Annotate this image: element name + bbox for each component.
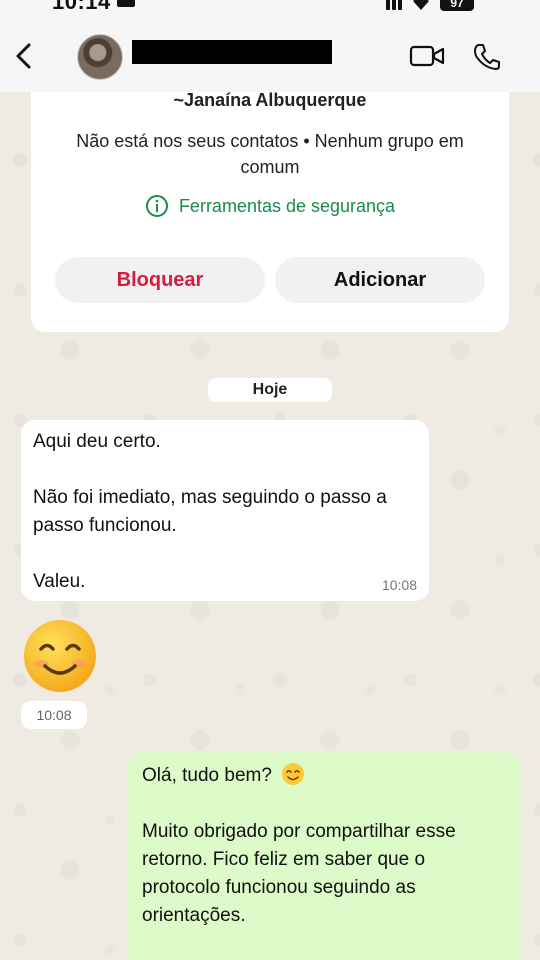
outgoing-message-bubble[interactable]: Olá, tudo bem? Muito obrigado por compar… [128,752,519,960]
message-line: Valeu. [33,571,86,592]
chat-header [0,14,540,92]
status-icons: 97 [386,0,474,11]
message-line: Aqui deu certo. [33,431,161,452]
add-contact-button[interactable]: Adicionar [275,257,485,303]
phone-call-icon[interactable] [472,42,502,72]
back-chevron-icon[interactable] [12,42,36,70]
contact-status-text: Não está nos seus contatos • Nenhum grup… [76,131,464,177]
block-button[interactable]: Bloquear [55,257,265,303]
status-time: 10:14 [52,0,111,14]
date-separator: Hoje [208,378,332,402]
message-line: Olá, tudo bem? [142,765,272,786]
wifi-icon [413,0,429,10]
safety-tools-label: Ferramentas de segurança [178,195,396,216]
smiling-face-emoji-icon [282,763,305,785]
incoming-message-text: Aqui deu certo. Não foi imediato, mas se… [33,428,413,596]
signal-icon [386,0,402,10]
safety-tools-link[interactable]: Ferramentas de segurança [31,194,509,218]
video-call-icon[interactable] [409,44,445,68]
message-line: Não foi imediato, mas seguindo o passo a… [33,487,387,536]
contact-info-card: ~Janaína Albuquerque Não está nos seus c… [31,80,509,332]
car-icon [117,0,135,7]
message-line-with-emoji: Olá, tudo bem? [142,762,507,790]
avatar[interactable] [77,34,123,80]
status-bar: 10:14 97 [0,0,540,14]
contact-name-redacted[interactable] [132,40,332,64]
message-timestamp: 10:08 [21,701,87,729]
smiling-face-emoji-icon[interactable] [22,618,98,694]
message-line: Muito obrigado por compartilhar esse ret… [142,821,456,926]
incoming-message-bubble[interactable]: Aqui deu certo. Não foi imediato, mas se… [21,420,429,601]
battery-icon: 97 [440,0,474,11]
contact-display-name: ~Janaína Albuquerque [173,90,367,110]
outgoing-message-text: Olá, tudo bem? Muito obrigado por compar… [142,762,507,930]
message-timestamp: 10:08 [381,577,417,593]
info-circle-icon [145,195,168,217]
